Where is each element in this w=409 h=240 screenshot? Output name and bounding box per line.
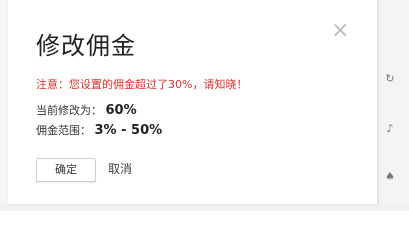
current-commission-label: 当前修改为： bbox=[36, 104, 102, 117]
dialog-title: 修改佣金 bbox=[36, 32, 136, 60]
current-commission-row: 当前修改为： 60% bbox=[36, 102, 137, 118]
close-icon[interactable]: × bbox=[331, 20, 349, 42]
cancel-button[interactable]: 取消 bbox=[108, 158, 132, 182]
edit-commission-dialog: 修改佣金 × 注意：您设置的佣金超过了30%，请知晓！ 当前修改为： 60% 佣… bbox=[8, 0, 377, 204]
background-icon: ♠ bbox=[385, 170, 395, 183]
commission-range-row: 佣金范围： 3% - 50% bbox=[36, 122, 162, 138]
confirm-button[interactable]: 确定 bbox=[36, 158, 96, 182]
commission-range-label: 佣金范围： bbox=[36, 124, 91, 137]
backdrop-right-strip: ↻ ♪ ♠ bbox=[377, 0, 409, 211]
current-commission-value: 60% bbox=[105, 103, 137, 118]
background-icon: ♪ bbox=[386, 122, 394, 135]
warning-message: 注意：您设置的佣金超过了30%，请知晓！ bbox=[36, 78, 248, 91]
commission-range-value: 3% - 50% bbox=[94, 123, 163, 138]
background-icon: ↻ bbox=[385, 72, 395, 85]
backdrop-bottom bbox=[0, 204, 409, 211]
backdrop-left bbox=[0, 0, 8, 211]
